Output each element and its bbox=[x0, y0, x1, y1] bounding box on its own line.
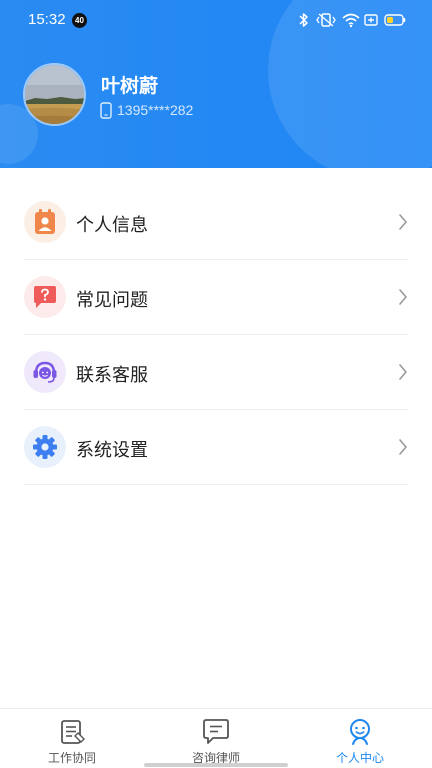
menu-label-settings: 系统设置 bbox=[76, 440, 148, 461]
wifi-icon bbox=[342, 13, 360, 28]
avatar-image bbox=[25, 65, 84, 124]
menu-item-faq[interactable]: 常见问题 bbox=[24, 260, 408, 335]
nav-tab-profile[interactable]: 个人中心 bbox=[288, 709, 432, 768]
nav-tab-consult[interactable]: 咨询律师 bbox=[144, 709, 288, 768]
user-name: 叶树蔚 bbox=[101, 75, 159, 97]
status-time: 15:32 bbox=[28, 11, 66, 28]
phone-icon bbox=[100, 102, 112, 119]
chevron-right-icon bbox=[399, 289, 407, 305]
battery-icon bbox=[384, 14, 406, 26]
bluetooth-icon bbox=[299, 13, 308, 27]
nav-label-profile: 个人中心 bbox=[335, 751, 384, 765]
home-indicator[interactable] bbox=[144, 763, 288, 767]
gear-icon bbox=[24, 426, 66, 468]
chevron-right-icon bbox=[399, 364, 407, 380]
contact-card-icon bbox=[24, 201, 66, 243]
chevron-right-icon bbox=[399, 214, 407, 230]
menu-item-settings[interactable]: 系统设置 bbox=[24, 410, 408, 485]
document-icon bbox=[61, 720, 85, 744]
chevron-right-icon bbox=[399, 439, 407, 455]
headset-icon bbox=[24, 351, 66, 393]
vibrate-icon bbox=[316, 13, 336, 27]
profile-header: 15:32 40 叶树蔚 1395****282 bbox=[0, 0, 432, 168]
menu-item-personal-info[interactable]: 个人信息 bbox=[24, 185, 408, 260]
bottom-navigation: 工作协同 咨询律师 个人中心 bbox=[0, 708, 432, 768]
nav-tab-work[interactable]: 工作协同 bbox=[0, 709, 144, 768]
status-bar: 15:32 40 bbox=[0, 0, 432, 40]
battery-saver-icon bbox=[364, 14, 378, 26]
menu-label-faq: 常见问题 bbox=[76, 290, 148, 311]
phone-number: 1395****282 bbox=[117, 102, 194, 118]
avatar[interactable] bbox=[23, 63, 86, 126]
chat-icon bbox=[203, 719, 229, 744]
menu-list: 个人信息 常见问题 联系客服 系统设置 bbox=[24, 185, 408, 485]
menu-label-customer-service: 联系客服 bbox=[76, 365, 148, 386]
nav-label-work: 工作协同 bbox=[47, 751, 96, 765]
person-icon bbox=[350, 719, 370, 745]
notification-badge: 40 bbox=[72, 13, 87, 28]
menu-label-personal-info: 个人信息 bbox=[76, 215, 148, 236]
question-bubble-icon bbox=[24, 276, 66, 318]
menu-item-customer-service[interactable]: 联系客服 bbox=[24, 335, 408, 410]
